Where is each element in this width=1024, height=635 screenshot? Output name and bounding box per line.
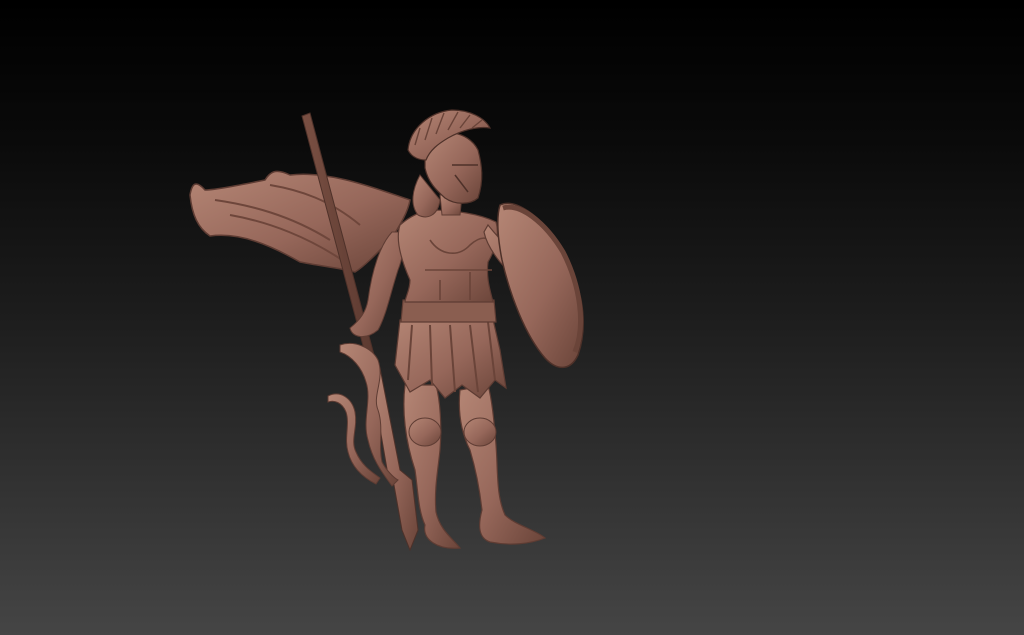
cape (189, 170, 411, 273)
sculpt-canvas[interactable] (0, 0, 1024, 635)
shield (497, 202, 584, 369)
back-leg (458, 384, 547, 545)
warrior-model[interactable] (189, 109, 584, 552)
knee-guard-back (463, 417, 497, 447)
sculpt-viewport[interactable] (0, 0, 1024, 635)
belt (400, 299, 497, 323)
knee-guard-front (408, 417, 442, 447)
torso-armor (397, 209, 499, 303)
